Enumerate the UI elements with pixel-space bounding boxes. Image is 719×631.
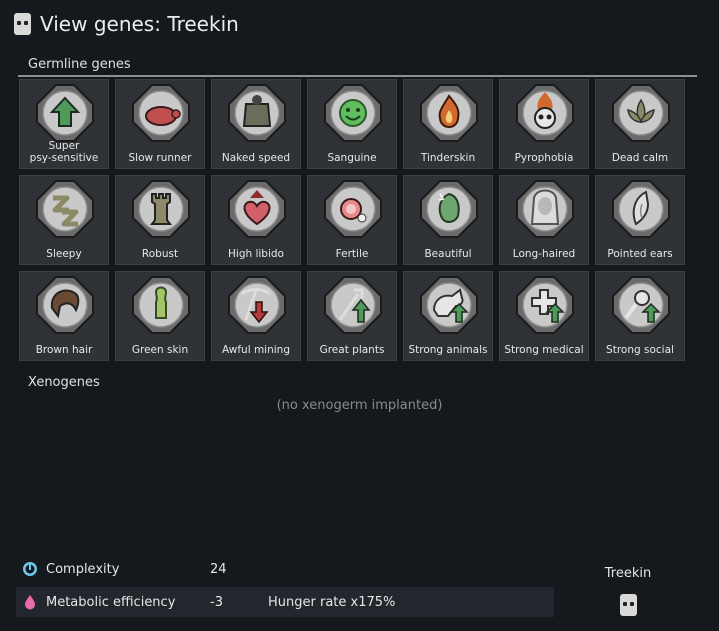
gene-label: High libido [228,248,284,260]
gene-tile-robust[interactable]: Robust [115,175,205,265]
gene-tile-green-skin[interactable]: Green skin [115,271,205,361]
gene-label: Strong animals [408,344,488,356]
psy-up-arrow-icon [36,84,94,142]
flaming-skull-icon [516,84,574,142]
smiley-face-icon [324,84,382,142]
xenogenes-empty-text: (no xenogerm implanted) [276,398,443,413]
tower-icon [132,180,190,238]
animal-up-icon [420,276,478,334]
lotus-icon [612,84,670,142]
gene-label: Sanguine [327,152,377,164]
gene-tile-fertile[interactable]: Fertile [307,175,397,265]
gene-label: Great plants [319,344,385,356]
gene-tile-long-haired[interactable]: Long-haired [499,175,589,265]
gene-label: Strong medical [504,344,584,356]
skin-figure-icon [132,276,190,334]
gene-tile-pointed-ears[interactable]: Pointed ears [595,175,685,265]
gene-label: Awful mining [222,344,290,356]
gene-tile-naked-speed[interactable]: Naked speed [211,79,301,169]
gene-label: Dead calm [611,152,669,164]
gene-tile-pyrophobia[interactable]: Pyrophobia [499,79,589,169]
gene-tile-dead-calm[interactable]: Dead calm [595,79,685,169]
gene-tile-brown-hair[interactable]: Brown hair [19,271,109,361]
gene-label: Super psy-sensitive [29,140,99,164]
stat-row-metabolic-efficiency[interactable]: Metabolic efficiency -3 Hunger rate x175… [16,587,554,617]
gene-tile-awful-mining[interactable]: Awful mining [211,271,301,361]
gene-tile-slow-runner[interactable]: Slow runner [115,79,205,169]
gene-label: Brown hair [35,344,93,356]
pointed-ear-icon [612,180,670,238]
gene-label: Beautiful [424,248,472,260]
gene-label: Slow runner [128,152,192,164]
germline-gene-grid: Super psy-sensitive Slow runner Naked spee… [19,79,685,361]
window-title-bar: View genes: Treekin [14,12,239,36]
gene-label: Sleepy [46,248,82,260]
turtle-icon [132,84,190,142]
plant-tool-up-icon [324,276,382,334]
stat-row-complexity[interactable]: Complexity 24 [16,554,554,584]
window-title: View genes: Treekin [40,12,239,36]
long-hair-icon [516,180,574,238]
xenotype-icon [14,13,31,35]
gene-tile-high-libido[interactable]: High libido [211,175,301,265]
gene-label: Naked speed [221,152,291,164]
complexity-icon [22,561,38,577]
gene-label: Strong social [606,344,674,356]
gene-label: Pointed ears [607,248,673,260]
stat-value: 24 [210,561,227,577]
gene-tile-great-plants[interactable]: Great plants [307,271,397,361]
heart-arrow-icon [228,180,286,238]
gene-tile-strong-medical[interactable]: Strong medical [499,271,589,361]
medical-cross-up-icon [516,276,574,334]
gene-tile-super-psy-sensitive[interactable]: Super psy-sensitive [19,79,109,169]
section-divider [18,75,697,77]
gene-label: Green skin [131,344,189,356]
hunger-rate-text: Hunger rate x175% [268,594,396,610]
gene-label: Pyrophobia [514,152,574,164]
gene-tile-sanguine[interactable]: Sanguine [307,79,397,169]
egg-sperm-icon [324,180,382,238]
hair-icon [36,276,94,334]
pickaxe-down-icon [228,276,286,334]
xenotype-icon[interactable] [620,594,637,616]
gene-tile-strong-animals[interactable]: Strong animals [403,271,493,361]
xenogenes-heading: Xenogenes [28,375,100,390]
stat-name: Complexity [46,561,120,577]
gene-tile-sleepy[interactable]: Sleepy [19,175,109,265]
gene-tile-beautiful[interactable]: Beautiful [403,175,493,265]
stat-name: Metabolic efficiency [46,594,176,610]
gene-tile-tinderskin[interactable]: Tinderskin [403,79,493,169]
gene-label: Fertile [335,248,369,260]
gene-label: Tinderskin [420,152,476,164]
zzz-icon [36,180,94,238]
stat-value: -3 [210,594,223,610]
beautiful-face-icon [420,180,478,238]
gene-tile-strong-social[interactable]: Strong social [595,271,685,361]
germline-genes-heading: Germline genes [28,57,131,72]
metabolism-icon [22,594,38,610]
naked-torso-icon [228,84,286,142]
xenotype-name: Treekin [604,566,652,581]
flame-icon [420,84,478,142]
gene-label: Long-haired [512,248,576,260]
social-up-icon [612,276,670,334]
gene-label: Robust [141,248,179,260]
